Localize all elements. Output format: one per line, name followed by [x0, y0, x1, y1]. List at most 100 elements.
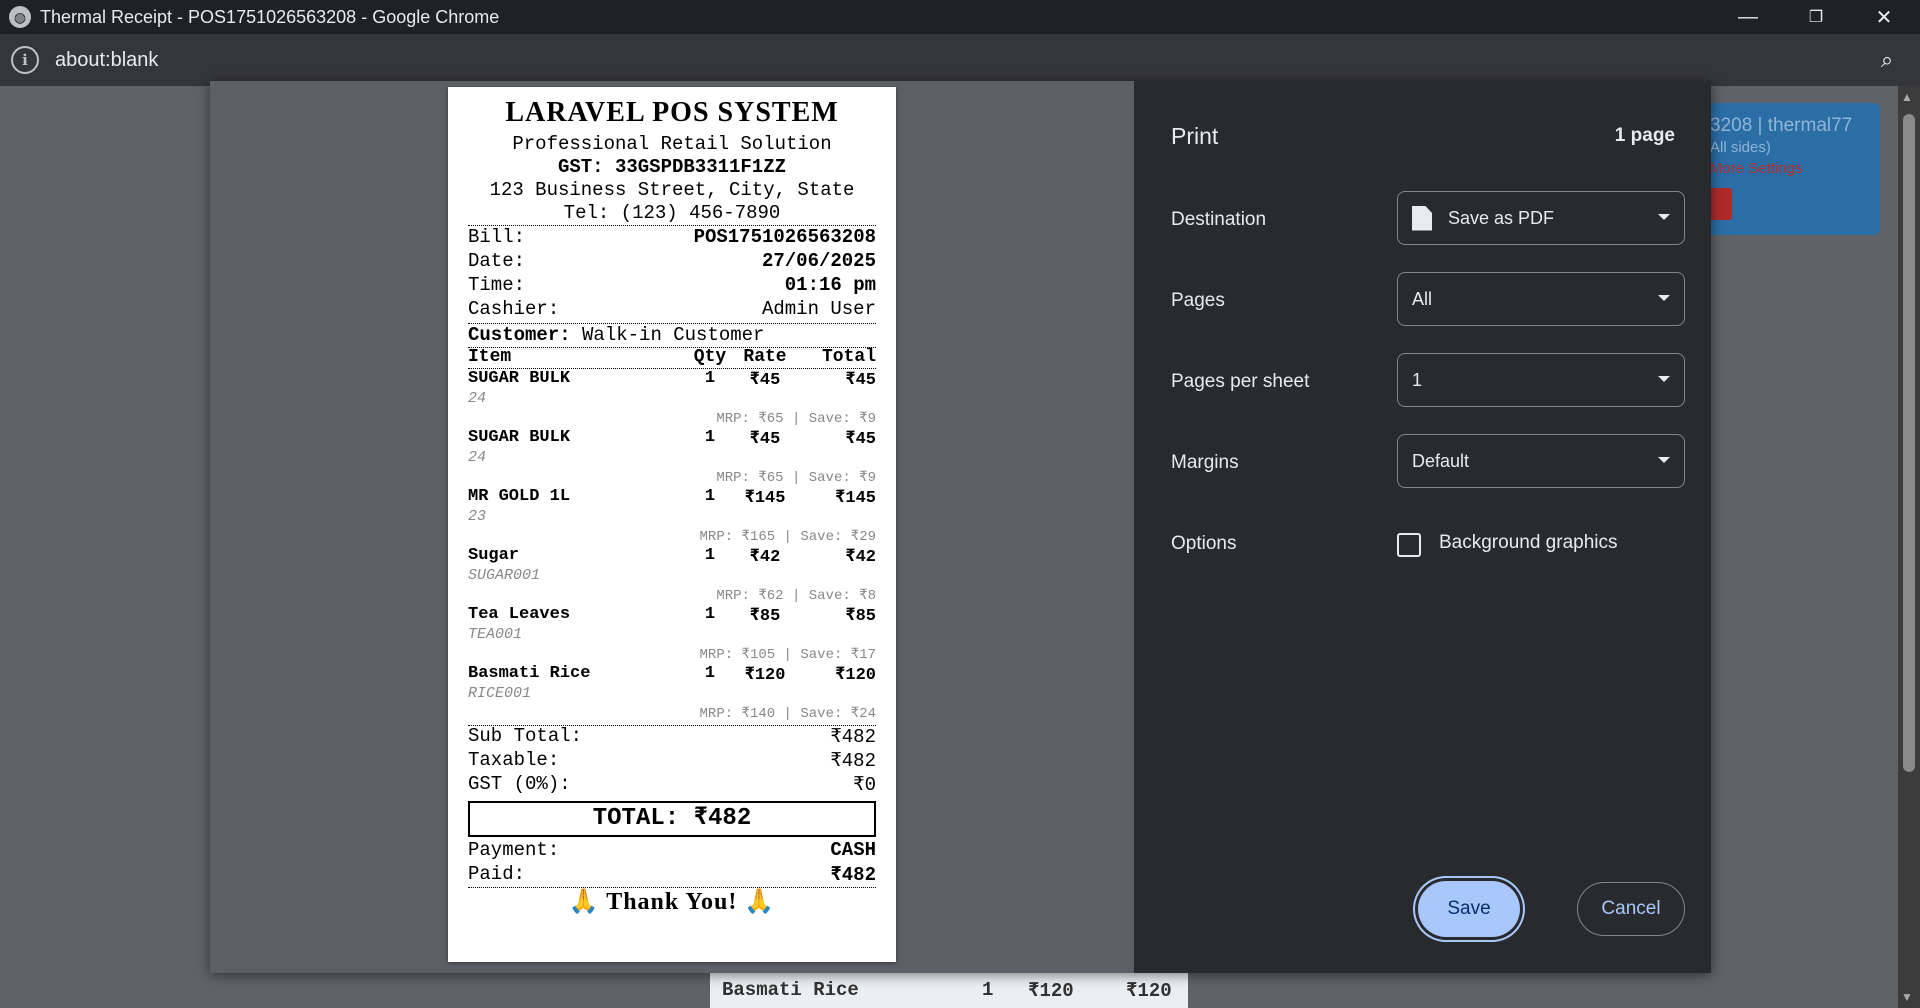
pray-icon: 🙏 [744, 889, 776, 915]
item-mrp: MRP: ₹140 | Save: ₹24 [699, 706, 876, 722]
chevron-down-icon [1658, 295, 1670, 301]
margins-value: Default [1412, 450, 1470, 471]
background-row-rate: ₹120 [1028, 979, 1074, 1002]
item-total: ₹45 [845, 430, 876, 449]
item-sku: RICE001 [468, 685, 532, 702]
info-icon[interactable]: i [11, 46, 39, 74]
item-rate: ₹120 [744, 666, 786, 685]
item-rate: ₹42 [749, 548, 781, 567]
pages-per-sheet-label: Pages per sheet [1171, 371, 1310, 392]
bill-row: Bill: POS1751026563208 [468, 226, 876, 248]
destination-select[interactable]: Save as PDF [1397, 191, 1685, 245]
print-settings-panel: Print 1 page Destination Save as PDF Pag… [1134, 81, 1711, 973]
minimize-button[interactable]: — [1714, 0, 1782, 34]
taxable-row: Taxable: ₹482 [468, 749, 876, 772]
pages-value: All [1412, 288, 1433, 309]
thank-you: 🙏 Thank You! 🙏 [468, 887, 876, 916]
background-row-item: Basmati Rice [722, 979, 859, 1001]
item-mrp: MRP: ₹165 | Save: ₹29 [699, 529, 876, 545]
paid-label: Paid: [468, 863, 526, 885]
item-mrp: MRP: ₹62 | Save: ₹8 [716, 588, 876, 604]
item-total: ₹145 [835, 489, 876, 508]
item-rate: ₹85 [749, 607, 781, 626]
pages-per-sheet-select[interactable]: 1 [1397, 353, 1685, 407]
page-count: 1 page [1614, 125, 1675, 146]
list-item: Tea Leaves 1 ₹85 ₹85 TEA001 MRP: ₹105 | Save:… [468, 605, 876, 663]
item-qty: 1 [704, 546, 716, 565]
item-sku: 24 [468, 449, 487, 466]
margins-select[interactable]: Default [1397, 434, 1685, 488]
item-qty: 1 [704, 664, 716, 683]
page-scrollbar[interactable]: ▲ ▼ [1898, 86, 1920, 1008]
store-phone: Tel: (123) 456-7890 [563, 202, 781, 224]
window-title: Thermal Receipt - POS1751026563208 - Goo… [40, 6, 500, 27]
print-title: Print [1171, 123, 1219, 149]
destination-label: Destination [1171, 209, 1267, 230]
background-graphics-checkbox[interactable] [1397, 533, 1421, 557]
scroll-up-icon[interactable]: ▲ [1901, 90, 1913, 104]
background-row-total: ₹120 [1126, 979, 1172, 1002]
subtotal-label: Sub Total: [468, 725, 583, 747]
customer-value: Walk-in Customer [582, 324, 765, 346]
background-card-subtitle: All sides) [1710, 139, 1771, 156]
print-dialog: LARAVEL POS SYSTEM Professional Retail S… [210, 81, 1711, 973]
cancel-button[interactable]: Cancel [1577, 882, 1685, 936]
item-total: ₹120 [835, 666, 876, 685]
options-label: Options [1171, 533, 1237, 554]
scrollbar-thumb[interactable] [1903, 114, 1915, 772]
time-row: Time: 01:16 pm [468, 274, 876, 296]
item-rate: ₹45 [749, 371, 781, 390]
cashier-value: Admin User [761, 298, 876, 320]
chevron-down-icon [1658, 457, 1670, 463]
background-row-qty: 1 [982, 979, 994, 1001]
customer-row: Customer: Walk-in Customer [468, 324, 876, 346]
pages-per-sheet-value: 1 [1412, 369, 1423, 390]
item-mrp: MRP: ₹105 | Save: ₹17 [699, 647, 876, 663]
thank-you-text: Thank You! [606, 889, 738, 915]
bill-value: POS1751026563208 [693, 226, 876, 248]
background-card-link: More Settings [1710, 160, 1803, 177]
item-sku: 23 [468, 508, 487, 525]
gst-value: ₹0 [853, 774, 876, 796]
background-graphics-label[interactable]: Background graphics [1439, 532, 1618, 554]
item-qty: 1 [704, 369, 716, 388]
time-value: 01:16 pm [784, 274, 876, 296]
customer-label: Customer: [468, 324, 571, 346]
print-preview: LARAVEL POS SYSTEM Professional Retail S… [210, 81, 1134, 973]
scroll-down-icon[interactable]: ▼ [1901, 990, 1913, 1004]
save-button[interactable]: Save [1418, 881, 1520, 937]
pages-label: Pages [1171, 290, 1225, 311]
item-total: ₹85 [845, 607, 876, 626]
list-item: Basmati Rice 1 ₹120 ₹120 RICE001 MRP: ₹140 | … [468, 664, 876, 722]
subtotal-value: ₹482 [830, 726, 876, 748]
item-qty: 1 [704, 487, 716, 506]
payment-row: Payment: CASH [468, 839, 876, 861]
background-card-title: 3208 | thermal77 [1710, 115, 1853, 136]
background-receipt-row: Basmati Rice 1 ₹120 ₹120 [710, 972, 1188, 1008]
address-bar: i about:blank ⌕ [0, 34, 1920, 86]
store-name: LARAVEL POS SYSTEM [505, 97, 839, 128]
date-value: 27/06/2025 [761, 250, 876, 272]
item-name: Sugar [468, 546, 520, 565]
chevron-down-icon [1658, 214, 1670, 220]
url-field[interactable]: about:blank [55, 49, 158, 72]
item-name: SUGAR BULK [468, 369, 571, 388]
restore-button[interactable]: ❐ [1782, 0, 1850, 34]
pages-select[interactable]: All [1397, 272, 1685, 326]
header-item: Item [468, 347, 512, 367]
background-settings-card: 3208 | thermal77 All sides) More Setting… [1690, 103, 1880, 235]
document-icon [1412, 205, 1432, 231]
item-name: SUGAR BULK [468, 428, 571, 447]
taxable-label: Taxable: [468, 749, 560, 771]
item-sku: 24 [468, 390, 487, 407]
close-button[interactable]: ✕ [1850, 0, 1918, 34]
zoom-icon[interactable]: ⌕ [1872, 45, 1902, 75]
date-label: Date: [468, 250, 526, 272]
date-row: Date: 27/06/2025 [468, 250, 876, 272]
subtotal-row: Sub Total: ₹482 [468, 725, 876, 748]
item-name: Basmati Rice [468, 664, 591, 683]
item-name: Tea Leaves [468, 605, 571, 624]
margins-label: Margins [1171, 452, 1239, 473]
bill-label: Bill: [468, 226, 526, 248]
list-item: SUGAR BULK 1 ₹45 ₹45 24 MRP: ₹65 | Save: ₹9 [468, 428, 876, 486]
